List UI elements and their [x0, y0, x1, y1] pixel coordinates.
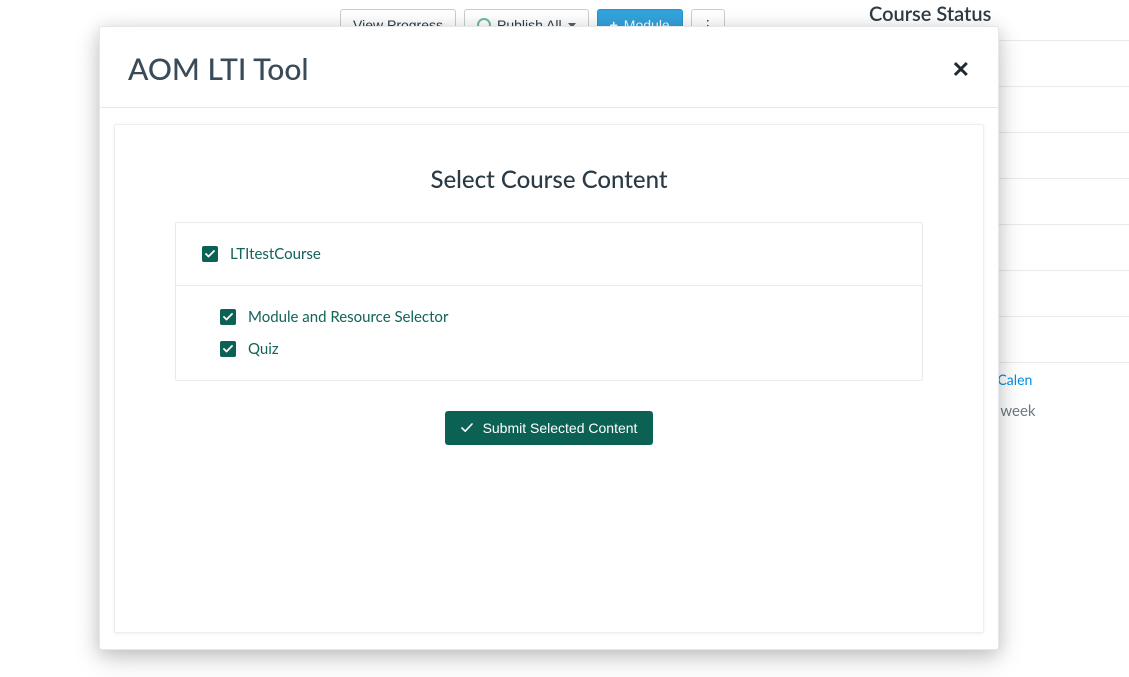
modal-title: AOM LTI Tool — [128, 51, 309, 87]
check-icon — [461, 423, 473, 433]
close-icon: ✕ — [952, 55, 970, 82]
checkbox-checked-icon — [220, 309, 236, 325]
content-selector-title: Select Course Content — [175, 165, 923, 194]
content-item-label: Quiz — [248, 340, 279, 358]
course-name-label: LTItestCourse — [230, 245, 321, 263]
lti-tool-modal: AOM LTI Tool ✕ Select Course Content LTI… — [99, 26, 999, 650]
checkbox-checked-icon — [202, 246, 218, 262]
modal-body: Select Course Content LTItestCourse — [100, 108, 998, 649]
course-content-box: LTItestCourse Module and Resource Select… — [175, 222, 923, 381]
submit-selected-button[interactable]: Submit Selected Content — [445, 411, 654, 445]
content-selector-card: Select Course Content LTItestCourse — [114, 124, 984, 633]
course-header-row: LTItestCourse — [176, 223, 922, 286]
content-item-row[interactable]: Quiz — [202, 340, 896, 358]
submit-wrap: Submit Selected Content — [175, 411, 923, 445]
close-button[interactable]: ✕ — [952, 58, 970, 80]
content-item-row[interactable]: Module and Resource Selector — [202, 308, 896, 326]
content-item-label: Module and Resource Selector — [248, 308, 448, 326]
modal-header: AOM LTI Tool ✕ — [100, 27, 998, 108]
modal-overlay: AOM LTI Tool ✕ Select Course Content LTI… — [0, 0, 1129, 677]
checkbox-checked-icon — [220, 341, 236, 357]
course-items-list: Module and Resource Selector Quiz — [176, 286, 922, 380]
submit-button-label: Submit Selected Content — [483, 420, 638, 436]
course-checkbox-row[interactable]: LTItestCourse — [202, 245, 896, 263]
